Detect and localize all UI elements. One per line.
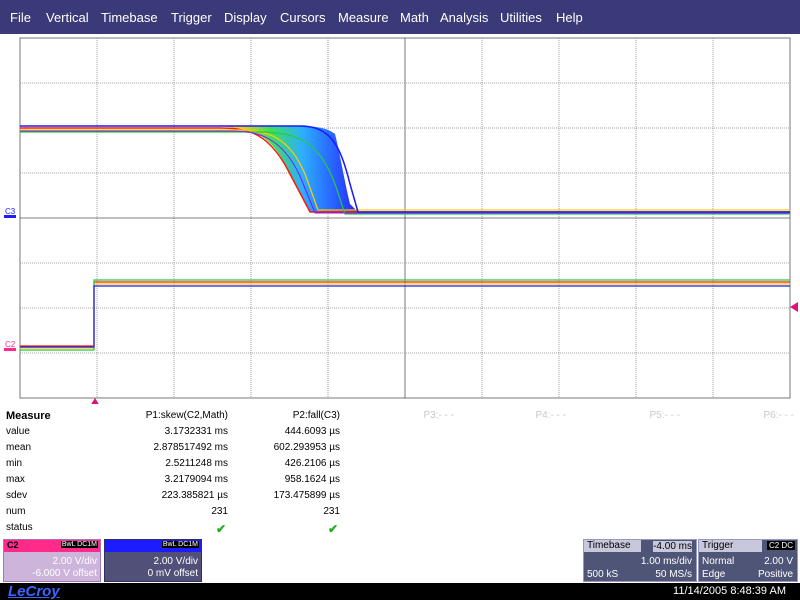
trigger-type: Edge [702, 569, 726, 580]
measure-p2-value: 958.1624 µs [284, 474, 340, 485]
c2-tag: BwL DC1M [60, 541, 98, 548]
c3-tag: BwL DC1M [161, 541, 199, 548]
menu-analysis[interactable]: Analysis [440, 10, 488, 25]
c2-offset: -6.000 V offset [32, 568, 97, 579]
measure-p1-value: 231 [211, 506, 228, 517]
measure-p1-value: 3.2179094 ms [164, 474, 228, 485]
c2-descriptor-box[interactable]: C2 BwL DC1M 2.00 V/div -6.000 V offset [3, 539, 101, 582]
trigger-level-marker [790, 302, 798, 312]
timebase-title: Timebase [584, 540, 641, 552]
timebase-box[interactable]: Timebase -4.00 ms 1.00 ms/div 500 kS 50 … [583, 539, 697, 582]
trigger-level: 2.00 V [764, 556, 793, 567]
measure-p2-value: 602.293953 µs [273, 442, 340, 453]
measure-row-label: min [6, 458, 23, 469]
trigger-source: C2 DC [766, 541, 795, 550]
trigger-box[interactable]: Trigger C2 DC Normal 2.00 V Edge Positiv… [698, 539, 798, 582]
menu-bar: File Vertical Timebase Trigger Display Cursor… [0, 0, 800, 34]
measure-p2-value: 426.2106 µs [284, 458, 340, 469]
measure-col-3[interactable]: P3:- - - [423, 410, 454, 421]
measure-col-2[interactable]: P2:fall(C3) [293, 410, 340, 421]
c2-label: C2 [7, 540, 19, 550]
c3-vdiv: 2.00 V/div [153, 556, 198, 567]
measure-row-label: value [6, 426, 30, 437]
timebase-samples: 500 kS [587, 569, 619, 580]
status-bar: LeCroy 11/14/2005 8:48:39 AM [0, 583, 800, 600]
measure-col-5[interactable]: P5:- - - [649, 410, 680, 421]
measure-col-4[interactable]: P4:- - - [535, 410, 566, 421]
menu-trigger[interactable]: Trigger [171, 10, 212, 25]
lecroy-logo: LeCroy [8, 583, 60, 600]
trigger-title: Trigger [699, 540, 762, 552]
measure-p1-value: 2.878517492 ms [153, 442, 228, 453]
measure-p2-value: 173.475899 µs [273, 490, 340, 501]
measure-p1-value: ✔ [215, 522, 226, 536]
date-time: 11/14/2005 8:48:39 AM [673, 585, 786, 597]
c2-channel-marker: C2 [5, 340, 16, 349]
menu-display[interactable]: Display [224, 10, 267, 25]
menu-cursors[interactable]: Cursors [280, 10, 326, 25]
timebase-rate: 50 MS/s [655, 569, 692, 580]
measure-row-label: mean [6, 442, 32, 453]
measure-title: Measure [6, 410, 51, 422]
menu-math[interactable]: Math [400, 10, 429, 25]
c3-label: C3 [108, 540, 120, 550]
measure-p2-value: 444.6093 µs [284, 426, 340, 437]
menu-help[interactable]: Help [556, 10, 583, 25]
trigger-slope: Positive [757, 569, 793, 580]
c2-vdiv: 2.00 V/div [52, 556, 97, 567]
measure-row-label: max [6, 474, 25, 485]
measure-panel: Measure P1:skew(C2,Math) P2:fall(C3) P3:- -… [0, 404, 800, 538]
menu-utilities[interactable]: Utilities [500, 10, 542, 25]
trigger-mode: Normal [702, 556, 735, 567]
c3-channel-marker: C3 [5, 207, 16, 216]
c3-descriptor-box[interactable]: C3 BwL DC1M 2.00 V/div 0 mV offset [104, 539, 202, 582]
waveform-grid: C3 C2 [4, 37, 798, 406]
measure-p1-value: 3.1732331 ms [164, 426, 228, 437]
c3-offset: 0 mV offset [147, 568, 198, 579]
measure-col-6[interactable]: P6:- - - [763, 410, 794, 421]
measure-p2-value: ✔ [327, 522, 338, 536]
measure-row-label: num [6, 506, 26, 517]
waveform-display[interactable]: C3 C2 [0, 34, 800, 406]
bottom-descriptor-bar: C2 BwL DC1M 2.00 V/div -6.000 V offset C… [0, 538, 800, 583]
measure-col-1[interactable]: P1:skew(C2,Math) [146, 410, 228, 421]
menu-timebase[interactable]: Timebase [101, 10, 158, 25]
measure-p2-value: 231 [323, 506, 340, 517]
menu-measure[interactable]: Measure [338, 10, 389, 25]
timebase-tdiv: 1.00 ms/div [640, 556, 692, 567]
timebase-delay: -4.00 ms [653, 541, 692, 552]
measure-p1-value: 223.385821 µs [161, 490, 228, 501]
menu-file[interactable]: File [10, 10, 31, 25]
measure-row-label: sdev [6, 490, 28, 501]
measure-row-label: status [6, 522, 33, 533]
measure-p1-value: 2.5211248 ms [165, 458, 228, 469]
menu-vertical[interactable]: Vertical [46, 10, 89, 25]
